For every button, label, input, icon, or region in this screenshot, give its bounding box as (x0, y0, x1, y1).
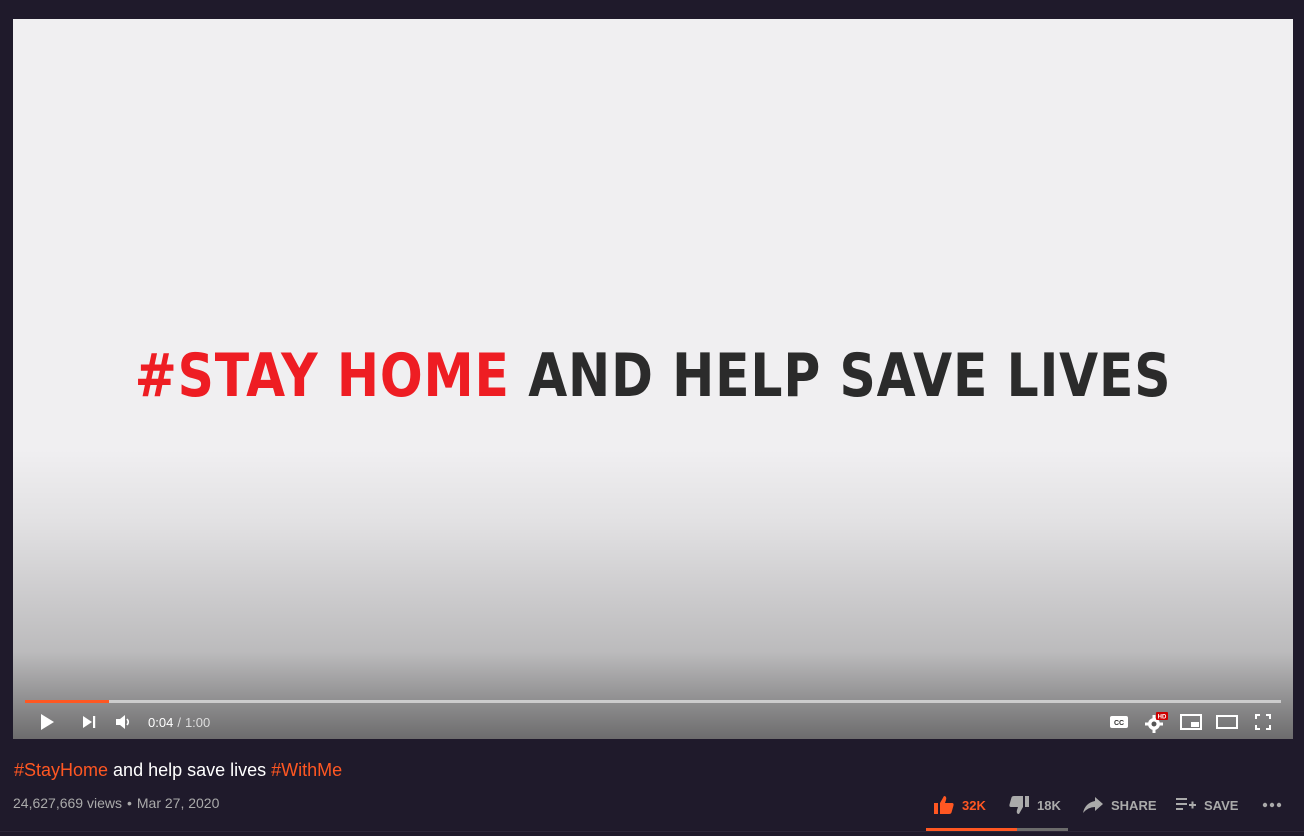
theater-mode-icon (1216, 715, 1238, 729)
save-label: SAVE (1204, 797, 1239, 813)
duration: 1:00 (184, 714, 211, 730)
captions-icon: CC (1110, 716, 1128, 728)
settings-button[interactable]: HD (1141, 705, 1171, 739)
fullscreen-icon (1255, 714, 1271, 730)
headline-text: AND HELP SAVE LIVES (528, 341, 1172, 411)
theater-mode-button[interactable] (1213, 705, 1241, 739)
add-to-playlist-icon (1176, 798, 1196, 810)
video-headline: #STAY HOME AND HELP SAVE LIVES (115, 341, 1190, 411)
share-label: SHARE (1111, 797, 1157, 813)
headline-hashtag: #STAY HOME (134, 341, 510, 411)
view-count: 24,627,669 views (13, 795, 122, 811)
video-title: #StayHome and help save lives #WithMe (14, 760, 342, 781)
current-time: 0:04 (148, 714, 174, 730)
captions-button[interactable]: CC (1105, 705, 1133, 739)
save-button[interactable]: SAVE (1176, 790, 1238, 820)
settings-icon: HD (1145, 712, 1168, 733)
upload-date: Mar 27, 2020 (136, 795, 220, 811)
svg-text:CC: CC (1114, 720, 1124, 727)
next-icon (83, 716, 96, 728)
time-display: 0:04 / 1:00 (148, 705, 210, 739)
dislike-count: 18K (1037, 797, 1061, 813)
play-button[interactable] (33, 705, 61, 739)
mute-button[interactable] (109, 705, 137, 739)
player-controls: 0:04 / 1:00 CC HD (13, 705, 1293, 739)
divider (0, 831, 1304, 832)
share-icon (1083, 797, 1103, 813)
progress-played (25, 700, 109, 703)
thumbs-down-icon (1009, 796, 1029, 814)
like-count: 32K (962, 797, 986, 813)
title-text: and help save lives (108, 760, 272, 780)
video-meta: 24,627,669 views • Mar 27, 2020 (13, 795, 219, 811)
miniplayer-icon (1180, 714, 1202, 730)
controls-gradient (13, 449, 1293, 739)
fullscreen-button[interactable] (1249, 705, 1277, 739)
hd-badge: HD (1158, 714, 1167, 720)
more-icon (1262, 802, 1282, 808)
share-button[interactable]: SHARE (1083, 790, 1157, 820)
meta-separator: • (126, 795, 132, 811)
next-button[interactable] (75, 705, 103, 739)
play-icon (41, 714, 54, 730)
volume-icon (116, 715, 130, 729)
dislike-button[interactable]: 18K (1009, 790, 1061, 820)
miniplayer-button[interactable] (1177, 705, 1205, 739)
time-separator: / (177, 714, 181, 730)
video-player[interactable]: #STAY HOME AND HELP SAVE LIVES 0:04 / 1:… (13, 19, 1293, 739)
progress-bar[interactable] (25, 700, 1281, 703)
thumbs-up-icon (934, 796, 954, 814)
title-hashtag[interactable]: #WithMe (271, 760, 342, 780)
like-button[interactable]: 32K (934, 790, 986, 820)
title-hashtag[interactable]: #StayHome (14, 760, 108, 780)
more-actions-button[interactable] (1262, 790, 1290, 820)
